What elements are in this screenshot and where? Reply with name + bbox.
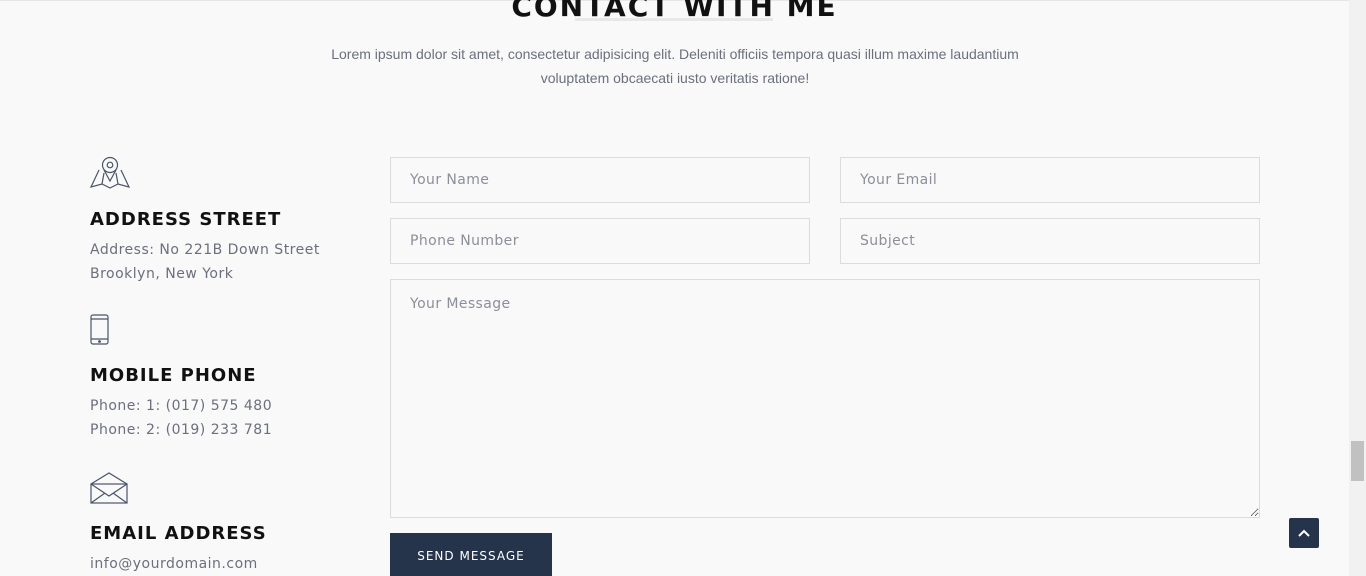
- email-line: info@yourdomain.com: [90, 556, 258, 572]
- envelope-icon: [90, 472, 350, 509]
- section-title: CONTACT WITH ME: [511, 0, 838, 23]
- section-description: Lorem ipsum dolor sit amet, consectetur …: [330, 42, 1020, 90]
- phone-info: MOBILE PHONE Phone: 1: (017) 575 480 Pho…: [90, 314, 350, 442]
- address-info: ADDRESS STREET Address: No 221B Down Str…: [89, 156, 350, 286]
- description-line-2: voluptatem obcaecati iusto veritatis rat…: [540, 70, 810, 86]
- name-input[interactable]: [390, 157, 810, 203]
- scrollbar-thumb[interactable]: [1351, 441, 1364, 481]
- phone-line-2: Phone: 2: (019) 233 781: [90, 422, 273, 438]
- address-line-2: Brooklyn, New York: [90, 266, 234, 282]
- email-info: EMAIL ADDRESS info@yourdomain.com: [90, 472, 350, 576]
- message-textarea[interactable]: [390, 279, 1260, 518]
- chevron-up-icon: [1298, 524, 1310, 542]
- email-heading: EMAIL ADDRESS: [90, 523, 267, 544]
- phone-input[interactable]: [390, 218, 810, 264]
- back-to-top-button[interactable]: [1289, 518, 1319, 548]
- phone-line-1: Phone: 1: (017) 575 480: [90, 398, 273, 414]
- scrollbar-track[interactable]: [1349, 0, 1366, 576]
- send-message-button[interactable]: SEND MESSAGE: [390, 533, 552, 576]
- subject-input[interactable]: [840, 218, 1260, 264]
- address-heading: ADDRESS STREET: [90, 209, 282, 230]
- address-line-1: Address: No 221B Down Street: [90, 242, 320, 258]
- email-input[interactable]: [840, 157, 1260, 203]
- mobile-phone-icon: [90, 314, 350, 351]
- phone-heading: MOBILE PHONE: [90, 365, 257, 386]
- description-line-1: Lorem ipsum dolor sit amet, consectetur …: [331, 46, 1019, 62]
- map-pin-icon: [89, 156, 350, 195]
